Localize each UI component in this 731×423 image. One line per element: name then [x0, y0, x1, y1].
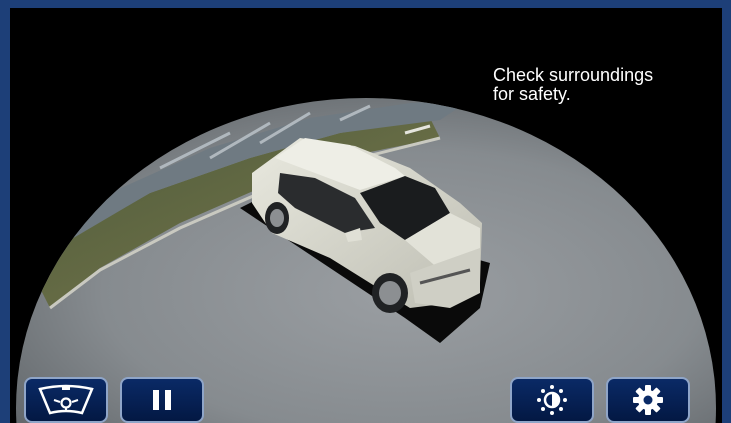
brightness-button[interactable]: [510, 377, 594, 423]
front-view-button[interactable]: [24, 377, 108, 423]
pause-button[interactable]: [120, 377, 204, 423]
gear-icon: [633, 385, 663, 415]
safety-message: Check surroundings for safety.: [493, 65, 654, 104]
display-frame: Check surroundings for safety.: [0, 0, 731, 423]
brightness-icon: [537, 385, 567, 415]
windshield-icon: [38, 384, 94, 415]
pause-icon: [153, 390, 171, 410]
settings-button[interactable]: [606, 377, 690, 423]
camera-screen: Check surroundings for safety.: [10, 8, 722, 423]
